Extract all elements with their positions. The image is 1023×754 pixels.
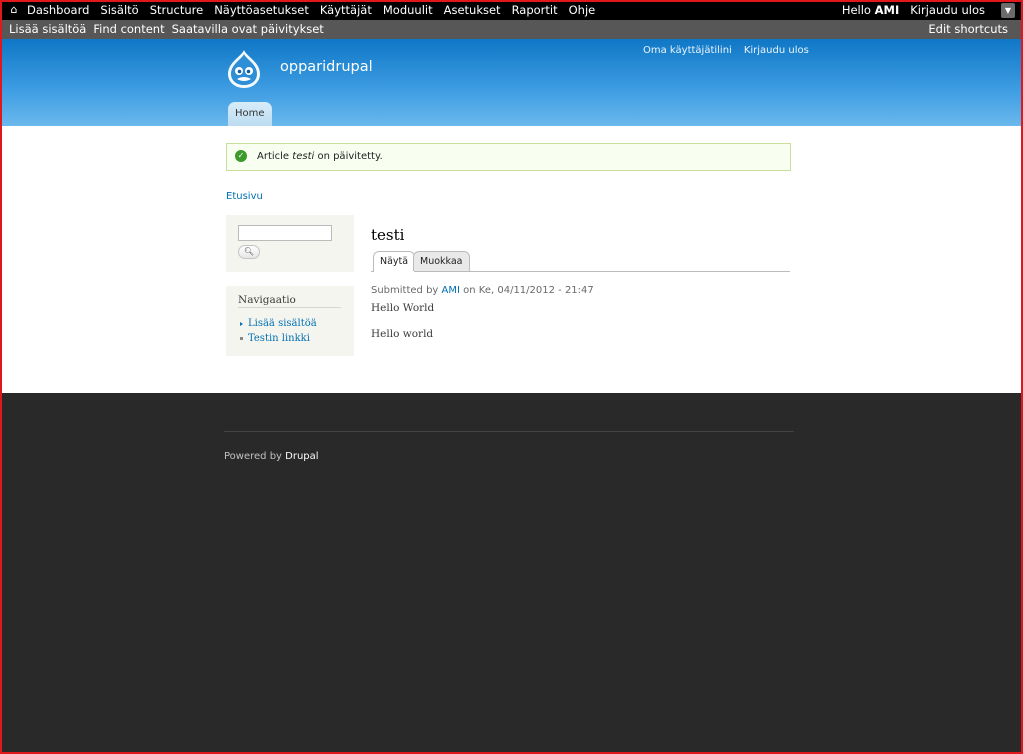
user-menu: Hello AMI Kirjaudu ulos [842,3,985,17]
submitted-date: on Ke, 04/11/2012 - 21:47 [463,285,594,296]
admin-menu: Dashboard Sisältö Structure Näyttöasetuk… [27,3,606,17]
navigation-block: Navigaatio Lisää sisältöä Testin linkki [226,286,354,356]
admin-toolbar: ⌂ Dashboard Sisältö Structure Näyttöaset… [0,0,1023,20]
powered-prefix: Powered by [224,451,282,462]
shortcut-available-updates[interactable]: Saatavilla ovat päivitykset [172,22,324,36]
edit-shortcuts-link[interactable]: Edit shortcuts [928,22,1008,36]
main-menu-home-tab[interactable]: Home [228,102,272,126]
toolbar-item-appearance[interactable]: Näyttöasetukset [214,3,309,17]
toolbar-item-content[interactable]: Sisältö [100,3,138,17]
tab-view[interactable]: Näytä [373,251,416,272]
greeting-text: Hello [841,3,871,17]
status-message-text: Article testi on päivitetty. [257,151,383,162]
breadcrumb-home-link[interactable]: Etusivu [226,191,263,202]
message-node-title: testi [292,151,315,162]
shortcut-list: Lisää sisältöä Find content Saatavilla o… [9,22,331,36]
toolbar-item-help[interactable]: Ohje [569,3,596,17]
author-link[interactable]: AMI [442,285,460,296]
toolbar-logout-link[interactable]: Kirjaudu ulos [910,3,985,17]
footer-divider [224,431,794,432]
search-icon: 🔍︎ [243,247,255,256]
header-logout-link[interactable]: Kirjaudu ulos [744,45,809,56]
shortcuts-bar: Lisää sisältöä Find content Saatavilla o… [0,20,1023,39]
my-account-link[interactable]: Oma käyttäjätilini [643,45,732,56]
username: AMI [874,3,900,17]
status-message: ✓ Article testi on päivitetty. [226,143,791,171]
toolbar-item-dashboard[interactable]: Dashboard [27,3,89,17]
powered-by: Powered by Drupal [224,451,319,462]
toolbar-item-modules[interactable]: Moduulit [383,3,433,17]
message-prefix: Article [257,151,290,162]
shortcut-add-content[interactable]: Lisää sisältöä [9,22,86,36]
drupal-logo-icon[interactable] [226,49,262,89]
toolbar-item-configuration[interactable]: Asetukset [444,3,501,17]
checkmark-icon: ✓ [235,150,247,162]
search-block: 🔍︎ [226,215,354,272]
search-button[interactable]: 🔍︎ [238,245,260,259]
search-input[interactable] [238,225,332,241]
body-paragraph: Hello World [371,302,435,314]
toolbar-item-reports[interactable]: Raportit [512,3,558,17]
site-header: opparidrupal Oma käyttäjätilini Kirjaudu… [0,39,1023,126]
message-suffix: on päivitetty. [317,151,383,162]
body-paragraph: Hello world [371,328,434,340]
toolbar-item-structure[interactable]: Structure [150,3,204,17]
navigation-title: Navigaatio [238,294,341,308]
toolbar-item-people[interactable]: Käyttäjät [320,3,372,17]
tab-edit[interactable]: Muokkaa [413,251,470,271]
site-footer: Powered by Drupal [0,393,1023,754]
nav-item-test-link[interactable]: Testin linkki [240,331,317,346]
home-icon[interactable]: ⌂ [7,3,21,17]
site-name[interactable]: opparidrupal [280,59,373,75]
navigation-list: Lisää sisältöä Testin linkki [240,316,317,346]
shortcut-find-content[interactable]: Find content [93,22,164,36]
node-tabs: Näytä Muokkaa [371,251,790,272]
submitted-info: Submitted by AMI on Ke, 04/11/2012 - 21:… [371,285,594,296]
nav-item-add-content[interactable]: Lisää sisältöä [240,316,317,331]
shortcuts-toggle-icon[interactable]: ▼ [1001,3,1015,18]
submitted-prefix: Submitted by [371,285,439,296]
user-greeting[interactable]: Hello AMI [842,3,899,17]
drupal-link[interactable]: Drupal [285,451,318,462]
secondary-menu: Oma käyttäjätilini Kirjaudu ulos [643,45,809,56]
page-title: testi [371,226,405,244]
